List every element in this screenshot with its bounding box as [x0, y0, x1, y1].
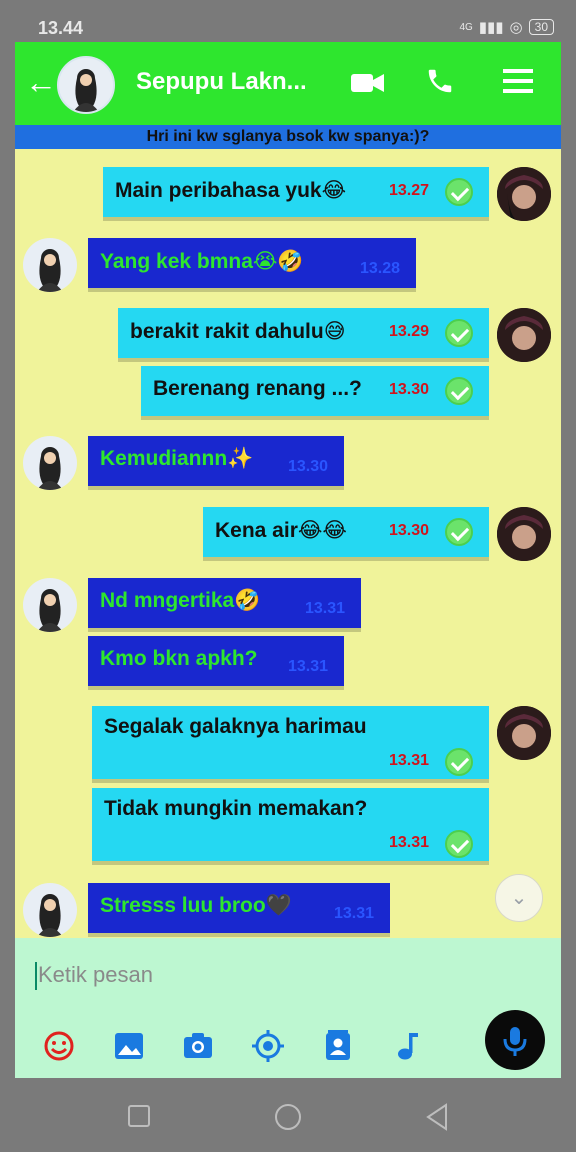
music-note-icon[interactable]: [391, 1030, 423, 1062]
message-text: Segalak galaknya harimau: [104, 715, 367, 738]
message-input-placeholder: Ketik pesan: [38, 962, 153, 987]
scroll-to-bottom-button[interactable]: ⌄: [495, 874, 543, 922]
location-icon[interactable]: [252, 1030, 284, 1062]
contact-message-avatar[interactable]: [23, 436, 77, 490]
message-incoming[interactable]: Yang kek bmna😭🤣 13.28: [88, 238, 416, 288]
message-outgoing[interactable]: Main peribahasa yuk😂 13.27: [103, 167, 489, 217]
headphones-icon: ◎: [509, 19, 523, 36]
battery-icon: 30: [528, 19, 554, 35]
my-avatar[interactable]: [497, 507, 551, 561]
message-text: Stresss luu broo🖤: [100, 894, 292, 917]
contact-avatar[interactable]: [57, 56, 115, 114]
message-time: 13.30: [389, 522, 430, 539]
message-time: 13.31: [288, 658, 329, 675]
message-incoming[interactable]: Stresss luu broo🖤 13.31: [88, 883, 390, 933]
home-button[interactable]: [273, 1102, 303, 1132]
message-time: 13.29: [389, 323, 430, 340]
my-avatar[interactable]: [497, 706, 551, 760]
voice-record-button[interactable]: [485, 1010, 545, 1070]
message-outgoing[interactable]: Tidak mungkin memakan? 13.31: [92, 788, 489, 861]
message-input[interactable]: Ketik pesan: [35, 962, 153, 991]
message-time: 13.31: [305, 600, 346, 617]
chevron-down-icon: ⌄: [510, 887, 528, 909]
composer: Ketik pesan: [15, 938, 561, 1078]
message-text: berakit rakit dahulu😅: [130, 320, 346, 343]
recents-button[interactable]: [127, 1104, 151, 1128]
back-button[interactable]: [424, 1103, 450, 1131]
read-check-icon: [445, 748, 473, 776]
message-text: Nd mngertika🤣: [100, 589, 261, 612]
emoji-icon[interactable]: [43, 1030, 75, 1062]
contact-message-avatar[interactable]: [23, 578, 77, 632]
message-time: 13.31: [334, 905, 375, 922]
message-text: Yang kek bmna😭🤣: [100, 250, 304, 273]
text-caret: [35, 962, 37, 991]
message-text: Kemudiannn✨: [100, 447, 254, 470]
message-outgoing[interactable]: berakit rakit dahulu😅 13.29: [118, 308, 489, 358]
video-call-icon[interactable]: [351, 72, 385, 99]
message-text: Kena air😂😂: [215, 519, 347, 542]
status-banner: Hri ini kw sglanya bsok kw spanya:)?: [15, 125, 561, 149]
my-avatar[interactable]: [497, 308, 551, 362]
signal-icon: ▮▮▮: [478, 19, 504, 36]
microphone-icon: [503, 1027, 527, 1056]
message-time: 13.27: [389, 182, 430, 199]
back-arrow-icon[interactable]: ←: [25, 64, 57, 100]
status-bar: 13.44 4G ▮▮▮ ◎ 30: [0, 0, 576, 42]
my-avatar[interactable]: [497, 167, 551, 221]
camera-icon[interactable]: [182, 1030, 214, 1062]
message-time: 13.31: [389, 752, 430, 769]
contact-message-avatar[interactable]: [23, 238, 77, 292]
status-time: 13.44: [38, 18, 84, 38]
message-text: Main peribahasa yuk😂: [115, 179, 347, 202]
system-nav-bar: [0, 1078, 576, 1152]
message-text: Tidak mungkin memakan?: [104, 797, 368, 820]
contact-name[interactable]: Sepupu Lakn...: [136, 68, 316, 96]
app-bar: ← Sepupu Lakn...: [15, 42, 561, 125]
read-check-icon: [445, 518, 473, 546]
read-check-icon: [445, 830, 473, 858]
message-text: Berenang renang ...?: [153, 377, 362, 400]
message-incoming[interactable]: Kmo bkn apkh? 13.31: [88, 636, 344, 686]
message-incoming[interactable]: Nd mngertika🤣 13.31: [88, 578, 361, 628]
message-time: 13.28: [360, 260, 401, 277]
chat-app: ← Sepupu Lakn... Hri ini kw sglanya bsok…: [15, 42, 561, 1078]
status-icons: 4G ▮▮▮ ◎ 30: [459, 18, 554, 36]
read-check-icon: [445, 178, 473, 206]
message-outgoing[interactable]: Segalak galaknya harimau 13.31: [92, 706, 489, 779]
message-outgoing[interactable]: Kena air😂😂 13.30: [203, 507, 489, 557]
message-outgoing[interactable]: Berenang renang ...? 13.30: [141, 366, 489, 416]
message-time: 13.30: [389, 381, 430, 398]
message-text: Kmo bkn apkh?: [100, 647, 258, 670]
contact-card-icon[interactable]: [322, 1030, 354, 1062]
message-incoming[interactable]: Kemudiannn✨ 13.30: [88, 436, 344, 486]
read-check-icon: [445, 377, 473, 405]
menu-icon[interactable]: [503, 66, 533, 101]
gallery-icon[interactable]: [113, 1030, 145, 1062]
read-check-icon: [445, 319, 473, 347]
message-time: 13.30: [288, 458, 329, 475]
network-label: 4G: [459, 21, 473, 33]
message-list[interactable]: Main peribahasa yuk😂 13.27 Yang kek bmna…: [15, 149, 561, 938]
contact-message-avatar[interactable]: [23, 883, 77, 937]
message-time: 13.31: [389, 834, 430, 851]
phone-call-icon[interactable]: [425, 66, 455, 101]
